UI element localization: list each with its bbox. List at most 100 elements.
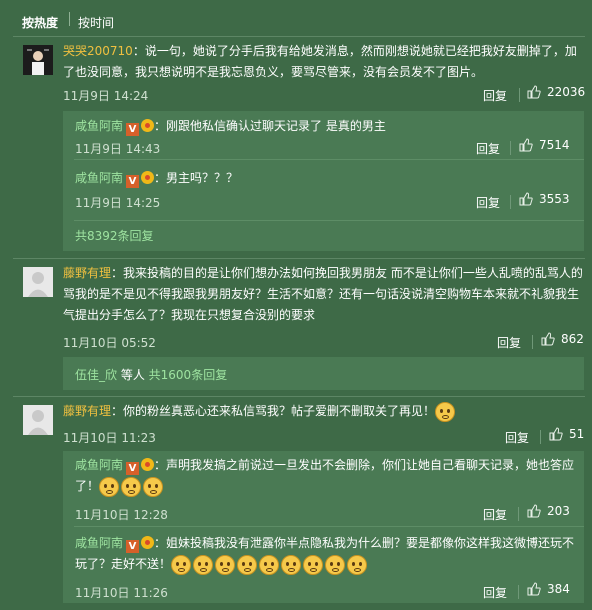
like-button[interactable]: 3553 (519, 192, 570, 206)
like-button[interactable]: 384 (527, 582, 570, 596)
reply-username[interactable]: 咸鱼阿南 (75, 171, 123, 185)
avatar[interactable] (23, 405, 53, 435)
emoji-icon (259, 554, 280, 575)
reply-time: 11月10日 12:28 (75, 508, 168, 522)
comment-time: 11月9日 14:24 (63, 89, 149, 103)
comment-text: ：说一句，她说了分手后我有给她发消息，然而刚想说她就已经把我好友删掉了，加了也没… (63, 44, 577, 79)
action-separator (540, 430, 541, 444)
sort-by-time-tab[interactable]: 按时间 (78, 14, 114, 31)
like-count: 7514 (539, 138, 570, 152)
action-separator (518, 507, 519, 521)
emoji-icon (303, 554, 324, 575)
reply-divider (74, 526, 584, 527)
like-button[interactable]: 203 (527, 504, 570, 518)
comment-time: 11月10日 11:23 (63, 431, 156, 445)
like-count: 384 (547, 582, 570, 596)
verified-v-icon: V (126, 462, 140, 475)
thumbs-up-icon (519, 192, 533, 206)
sort-separator (69, 12, 70, 26)
reply-body: 咸鱼阿南 V ：男主吗？？？ (75, 168, 575, 189)
reply-text: ：刚跟他私信确认过聊天记录了 是真的男主 (154, 119, 386, 133)
divider (13, 36, 585, 37)
emoji-icon (143, 476, 164, 497)
sort-bar: 按热度 按时间 (0, 0, 592, 38)
emoji-icon (435, 401, 456, 422)
reply-button[interactable]: 回复 (476, 194, 500, 211)
action-separator (532, 335, 533, 349)
emoji-icon (215, 554, 236, 575)
thumbs-up-icon (541, 332, 555, 346)
comment-text: ：我来投稿的目的是让你们想办法如何挽回我男朋友 而不是让你们一些人乱喷的乱骂人的… (63, 266, 583, 322)
verified-v-icon: V (126, 175, 140, 188)
reply-time: 11月9日 14:25 (75, 196, 161, 210)
thumbs-up-icon (549, 427, 563, 441)
comment-body: 藤野有理：我来投稿的目的是让你们想办法如何挽回我男朋友 而不是让你们一些人乱喷的… (63, 263, 583, 326)
member-badge-icon (141, 536, 155, 549)
emoji-icon (281, 554, 302, 575)
thumbs-up-icon (519, 138, 533, 152)
emoji-icon (193, 554, 214, 575)
reply-summary: 伍佳_欣 等人 共1600条回复 (75, 366, 227, 383)
like-count: 203 (547, 504, 570, 518)
reply-button[interactable]: 回复 (483, 87, 507, 104)
reply-body: 咸鱼阿南 V ：姐妹投稿我没有泄露你半点隐私我为什么删？要是都像你这样我这微博还玩不… (75, 533, 575, 575)
divider (13, 396, 585, 397)
avatar[interactable] (23, 267, 53, 297)
like-count: 51 (569, 427, 585, 441)
comment-text: ：你的粉丝真恶心还来私信骂我？帖子爱删不删取关了再见！ (111, 404, 436, 418)
sort-by-hot-tab[interactable]: 按热度 (22, 14, 58, 31)
avatar-image (23, 45, 53, 75)
thumbs-up-icon (527, 504, 541, 518)
reply-button[interactable]: 回复 (476, 140, 500, 157)
action-separator (519, 88, 520, 102)
verified-v-icon: V (126, 123, 140, 136)
like-count: 3553 (539, 192, 570, 206)
avatar-image (23, 267, 53, 297)
action-separator (510, 195, 511, 209)
like-button[interactable]: 51 (549, 427, 584, 441)
comment-username[interactable]: 藤野有理 (63, 404, 111, 418)
member-badge-icon (141, 119, 155, 132)
emoji-icon (325, 554, 346, 575)
member-badge-icon (141, 458, 155, 471)
reply-body: 咸鱼阿南 V ：刚跟他私信确认过聊天记录了 是真的男主 (75, 116, 575, 137)
reply-button[interactable]: 回复 (505, 429, 529, 446)
comment-time: 11月10日 05:52 (63, 336, 156, 350)
like-button[interactable]: 7514 (519, 138, 570, 152)
reply-body: 咸鱼阿南 V ：声明我发搞之前说过一旦发出不会删除，你们让她自己看聊天记录，她也答应… (75, 455, 575, 497)
reply-button[interactable]: 回复 (483, 506, 507, 523)
reply-username[interactable]: 咸鱼阿南 (75, 458, 123, 472)
emoji-icon (171, 554, 192, 575)
reply-username[interactable]: 咸鱼阿南 (75, 119, 123, 133)
like-button[interactable]: 22036 (527, 85, 585, 99)
emoji-icon (121, 476, 142, 497)
more-replies-link[interactable]: 共8392条回复 (75, 227, 154, 244)
comment-body: 哭哭200710：说一句，她说了分手后我有给她发消息，然而刚想说她就已经把我好友… (63, 41, 578, 83)
reply-divider (74, 220, 584, 221)
reply-summary-text: 等人 (117, 368, 149, 382)
reply-divider (74, 159, 584, 160)
reply-text: ：男主吗？？？ (154, 171, 239, 185)
reply-button[interactable]: 回复 (497, 334, 521, 351)
thumbs-up-icon (527, 85, 541, 99)
like-count: 862 (561, 332, 584, 346)
reply-time: 11月10日 11:26 (75, 586, 168, 600)
divider (13, 258, 585, 259)
action-separator (510, 141, 511, 155)
emoji-icon (347, 554, 368, 575)
comment-username[interactable]: 哭哭200710 (63, 44, 133, 58)
thumbs-up-icon (527, 582, 541, 596)
avatar[interactable] (23, 45, 53, 75)
more-replies-link[interactable]: 共1600条回复 (149, 368, 228, 382)
reply-time: 11月9日 14:43 (75, 142, 161, 156)
emoji-icon (237, 554, 258, 575)
comment-body: 藤野有理：你的粉丝真恶心还来私信骂我？帖子爱删不删取关了再见！ (63, 401, 583, 422)
emoji-icon (99, 476, 120, 497)
like-button[interactable]: 862 (541, 332, 584, 346)
reply-summary-user[interactable]: 伍佳_欣 (75, 368, 117, 382)
reply-username[interactable]: 咸鱼阿南 (75, 536, 123, 550)
like-count: 22036 (547, 85, 586, 99)
avatar-image (23, 405, 53, 435)
reply-button[interactable]: 回复 (483, 584, 507, 601)
comment-username[interactable]: 藤野有理 (63, 266, 111, 280)
